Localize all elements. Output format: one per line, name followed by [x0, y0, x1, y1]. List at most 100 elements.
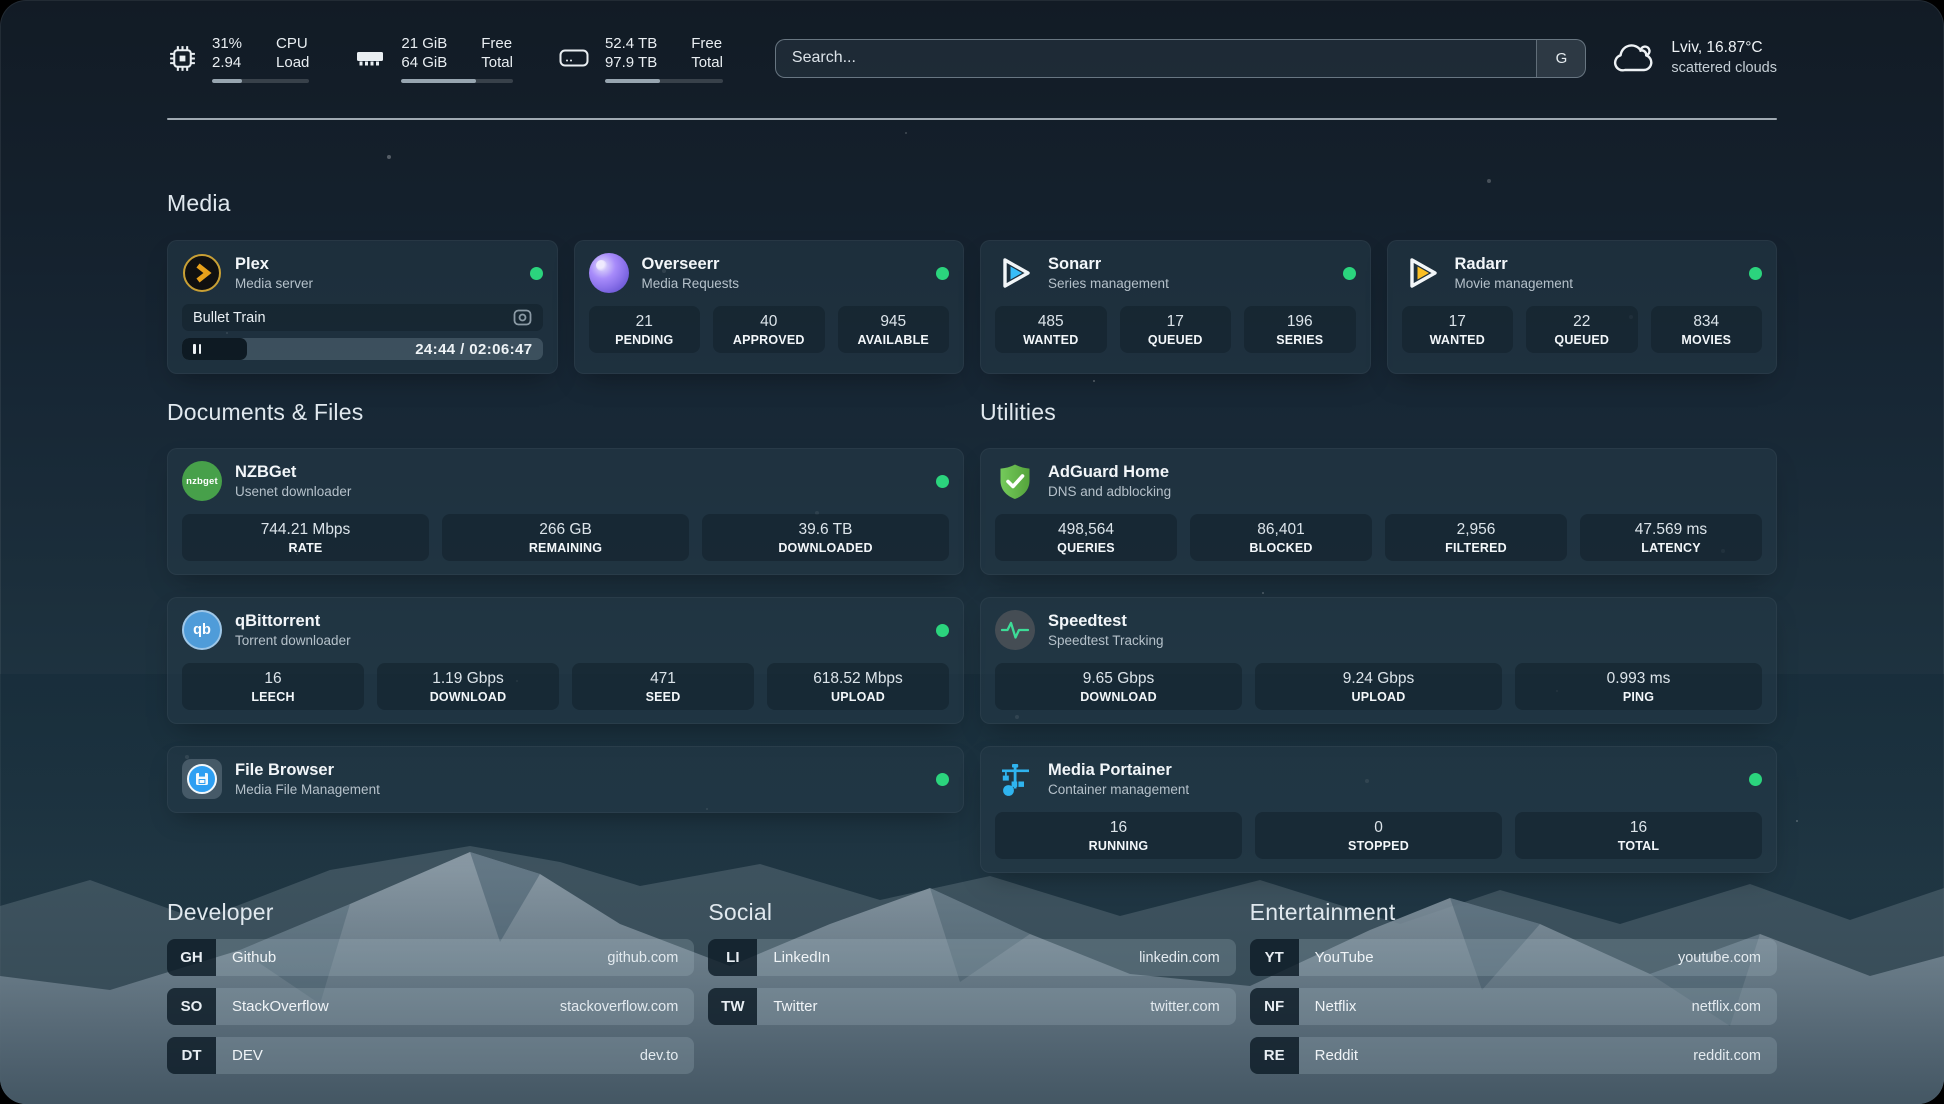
search-bar[interactable]: G [775, 39, 1587, 78]
stat-running: 16RUNNING [995, 812, 1242, 859]
stat-wanted: 17WANTED [1402, 306, 1514, 353]
bookmark-twitter[interactable]: TW Twitter twitter.com [708, 988, 1235, 1025]
sonarr-icon [995, 253, 1035, 293]
service-title: Media Portainer [1048, 761, 1189, 780]
overseerr-card[interactable]: Overseerr Media Requests 21PENDING 40APP… [574, 240, 965, 374]
bookmark-abbr: DT [167, 1037, 216, 1074]
stat-upload: 618.52 MbpsUPLOAD [767, 663, 949, 710]
weather-widget: Lviv, 16.87°C scattered clouds [1612, 38, 1777, 78]
service-title: NZBGet [235, 463, 351, 482]
ram-icon [353, 43, 387, 73]
status-dot [936, 475, 949, 488]
portainer-icon [995, 759, 1035, 799]
service-subtitle: Speedtest Tracking [1048, 633, 1164, 648]
service-title: Overseerr [642, 255, 740, 274]
stat-download: 9.65 GbpsDOWNLOAD [995, 663, 1242, 710]
section-title-developer: Developer [167, 899, 694, 926]
stat-movies: 834MOVIES [1651, 306, 1763, 353]
memory-values: 21 GiB64 GiB [401, 34, 447, 72]
bookmark-netflix[interactable]: NF Netflix netflix.com [1250, 988, 1777, 1025]
section-title-social: Social [708, 899, 1235, 926]
bookmark-abbr: TW [708, 988, 757, 1025]
nzbget-card[interactable]: nzbget NZBGet Usenet downloader 744.21 M… [167, 448, 964, 575]
bookmark-url: twitter.com [1150, 999, 1219, 1015]
bookmark-abbr: RE [1250, 1037, 1299, 1074]
stat-rate: 744.21 MbpsRATE [182, 514, 429, 561]
bookmark-name: StackOverflow [232, 998, 329, 1015]
bookmark-abbr: NF [1250, 988, 1299, 1025]
stat-blocked: 86,401BLOCKED [1190, 514, 1372, 561]
bookmark-stackoverflow[interactable]: SO StackOverflow stackoverflow.com [167, 988, 694, 1025]
status-dot [1749, 267, 1762, 280]
search-provider-button[interactable]: G [1536, 40, 1585, 77]
service-subtitle: Torrent downloader [235, 633, 351, 648]
service-title: Radarr [1455, 255, 1574, 274]
bookmark-abbr: GH [167, 939, 216, 976]
playback-progress: 24:44 / 02:06:47 [182, 338, 543, 360]
bookmark-name: Github [232, 949, 276, 966]
service-subtitle: Container management [1048, 782, 1189, 797]
stat-queries: 498,564QUERIES [995, 514, 1177, 561]
media-grid: Plex Media server Bullet Train [167, 240, 1777, 374]
service-title: File Browser [235, 761, 380, 780]
bookmark-github[interactable]: GH Github github.com [167, 939, 694, 976]
bookmark-url: stackoverflow.com [560, 999, 678, 1015]
speedtest-card[interactable]: Speedtest Speedtest Tracking 9.65 GbpsDO… [980, 597, 1777, 724]
sonarr-card[interactable]: Sonarr Series management 485WANTED 17QUE… [980, 240, 1371, 374]
filebrowser-icon [182, 759, 222, 799]
service-subtitle: Series management [1048, 276, 1169, 291]
stat-series: 196SERIES [1244, 306, 1356, 353]
service-subtitle: Movie management [1455, 276, 1574, 291]
plex-icon [182, 253, 222, 293]
bookmark-group-social: Social LI LinkedIn linkedin.com TW Twitt… [708, 899, 1235, 1086]
radarr-card[interactable]: Radarr Movie management 17WANTED 22QUEUE… [1387, 240, 1778, 374]
stat-stopped: 0STOPPED [1255, 812, 1502, 859]
bookmark-url: reddit.com [1693, 1048, 1761, 1064]
bookmark-reddit[interactable]: RE Reddit reddit.com [1250, 1037, 1777, 1074]
service-title: Speedtest [1048, 612, 1164, 631]
qbittorrent-card[interactable]: qb qBittorrent Torrent downloader 16LEEC… [167, 597, 964, 724]
stat-seed: 471SEED [572, 663, 754, 710]
adguard-icon [995, 461, 1035, 501]
stat-ping: 0.993 msPING [1515, 663, 1762, 710]
memory-labels: FreeTotal [481, 34, 513, 72]
bookmark-name: DEV [232, 1047, 263, 1064]
bookmark-name: Twitter [773, 998, 817, 1015]
bookmark-name: YouTube [1315, 949, 1374, 966]
bookmark-youtube[interactable]: YT YouTube youtube.com [1250, 939, 1777, 976]
status-dot [936, 267, 949, 280]
disk-values: 52.4 TB97.9 TB [605, 34, 657, 72]
service-subtitle: DNS and adblocking [1048, 484, 1171, 499]
qbittorrent-icon: qb [182, 610, 222, 650]
now-playing-title: Bullet Train [193, 310, 266, 326]
section-title-utilities: Utilities [980, 399, 1777, 426]
bookmark-linkedin[interactable]: LI LinkedIn linkedin.com [708, 939, 1235, 976]
disk-usage-bar [605, 79, 723, 83]
stat-download: 1.19 GbpsDOWNLOAD [377, 663, 559, 710]
stat-queued: 22QUEUED [1526, 306, 1638, 353]
bookmark-url: dev.to [640, 1048, 678, 1064]
bookmark-dev[interactable]: DT DEV dev.to [167, 1037, 694, 1074]
service-subtitle: Media Requests [642, 276, 740, 291]
disk-labels: FreeTotal [691, 34, 723, 72]
radarr-icon [1402, 253, 1442, 293]
cloud-icon [1612, 41, 1658, 75]
service-title: qBittorrent [235, 612, 351, 631]
filebrowser-card[interactable]: File Browser Media File Management [167, 746, 964, 813]
bookmark-name: Reddit [1315, 1047, 1358, 1064]
bookmark-group-developer: Developer GH Github github.com SO StackO… [167, 899, 694, 1086]
bookmark-abbr: SO [167, 988, 216, 1025]
stat-pending: 21PENDING [589, 306, 701, 353]
status-dot [1749, 773, 1762, 786]
bookmark-group-entertainment: Entertainment YT YouTube youtube.com NF … [1250, 899, 1777, 1086]
dashboard-screen: 31%2.94 CPULoad [0, 0, 1944, 1104]
header-divider [167, 118, 1777, 120]
snow-specks [0, 120, 2, 122]
playback-time: 24:44 / 02:06:47 [415, 341, 542, 358]
memory-usage-bar [401, 79, 513, 83]
adguard-card[interactable]: AdGuard Home DNS and adblocking 498,564Q… [980, 448, 1777, 575]
portainer-card[interactable]: Media Portainer Container management 16R… [980, 746, 1777, 873]
plex-card[interactable]: Plex Media server Bullet Train [167, 240, 558, 374]
search-input[interactable] [776, 40, 1537, 77]
memory-stat-widget: 21 GiB64 GiB FreeTotal [353, 34, 513, 83]
